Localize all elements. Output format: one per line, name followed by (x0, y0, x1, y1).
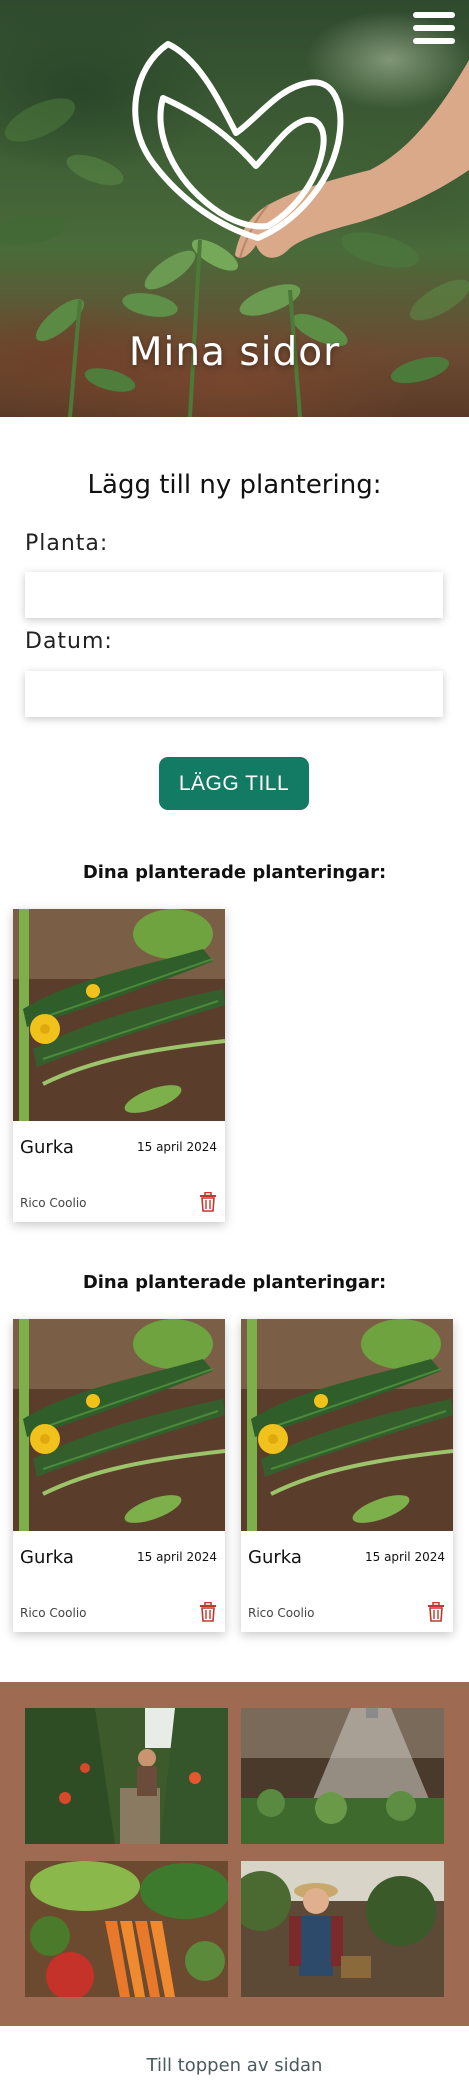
planting-card: Gurka 15 april 2024 Rico Coolio (241, 1319, 453, 1632)
hamburger-menu-icon[interactable] (413, 12, 455, 46)
card-plant-name: Gurka (248, 1547, 302, 1568)
card-date: 15 april 2024 (364, 1550, 445, 1564)
card-date: 15 april 2024 (136, 1550, 217, 1564)
cucumber-image (13, 909, 225, 1121)
plant-input[interactable] (25, 572, 443, 618)
date-label: Datum: (25, 629, 113, 654)
pepper-greenhouse-image (25, 1708, 228, 1844)
vegetables-crate-image (25, 1861, 228, 1997)
form-title: Lägg till ny plantering: (87, 470, 382, 500)
trash-icon[interactable] (199, 1192, 217, 1212)
planted-section-heading: Dina planterade planteringar: (82, 862, 387, 883)
farmer-woman-image (241, 1861, 444, 1997)
card-plant-name: Gurka (20, 1547, 74, 1568)
card-user: Rico Coolio (20, 1606, 87, 1620)
date-input[interactable] (25, 671, 443, 717)
planting-card: Gurka 15 april 2024 Rico Coolio (13, 909, 225, 1222)
watering-seedlings-image (241, 1708, 444, 1844)
card-user: Rico Coolio (248, 1606, 315, 1620)
hero-banner: Mina sidor (0, 0, 469, 417)
card-plant-name: Gurka (20, 1137, 74, 1158)
trash-icon[interactable] (427, 1602, 445, 1622)
cucumber-image (241, 1319, 453, 1531)
cucumber-image (13, 1319, 225, 1531)
leaf-heart-logo-icon (132, 41, 344, 241)
planting-card: Gurka 15 april 2024 Rico Coolio (13, 1319, 225, 1632)
planted-section-heading: Dina planterade planteringar: (82, 1272, 387, 1293)
plant-label: Planta: (25, 531, 109, 556)
page-title: Mina sidor (128, 330, 341, 375)
add-planting-button[interactable]: LÄGG TILL (159, 757, 309, 810)
card-date: 15 april 2024 (136, 1140, 217, 1154)
back-to-top-link[interactable]: Till toppen av sidan (0, 2055, 469, 2076)
card-user: Rico Coolio (20, 1196, 87, 1210)
gallery-section (0, 1682, 469, 2026)
trash-icon[interactable] (199, 1602, 217, 1622)
